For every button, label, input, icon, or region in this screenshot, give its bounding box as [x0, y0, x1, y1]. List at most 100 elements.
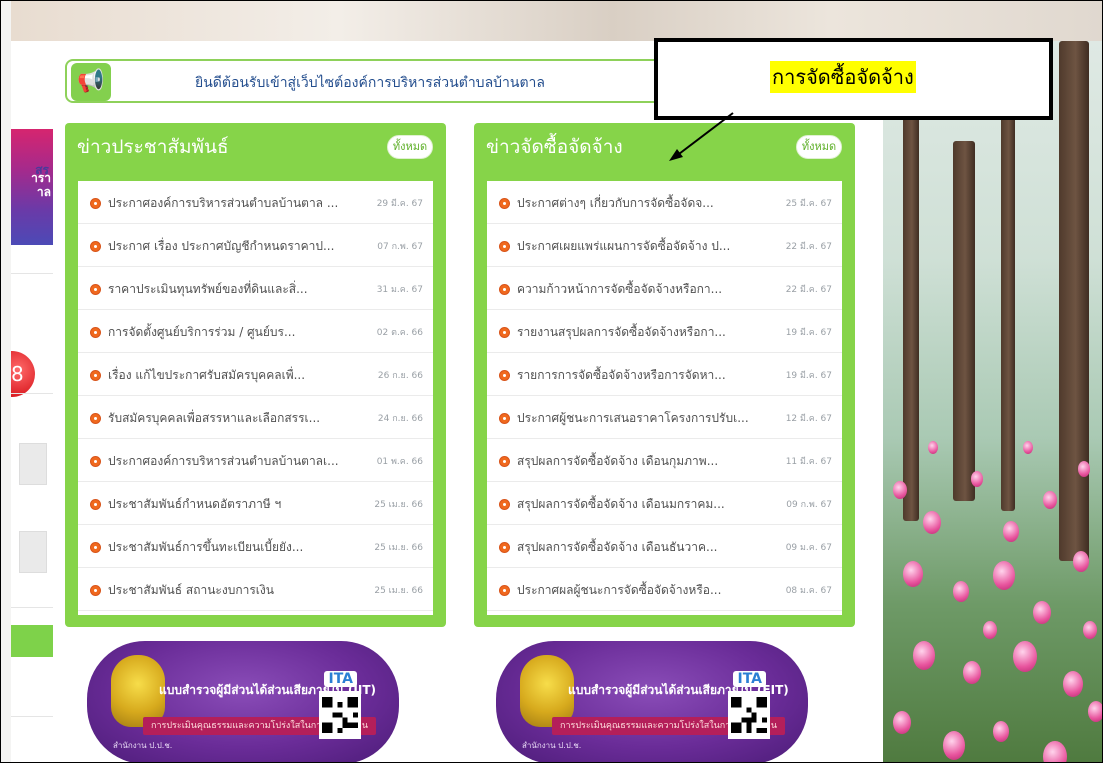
- news-item-title[interactable]: ประกาศองค์การบริหารส่วนตำบลบ้านตาลเ...: [108, 452, 373, 471]
- sidebar-banner[interactable]: ารา าล: [11, 129, 53, 245]
- news-item-date: 26 ก.ย. 66: [377, 371, 423, 381]
- news-item-title[interactable]: รับสมัครบุคคลเพื่อสรรหาและเลือกสรรเ...: [108, 409, 373, 428]
- flower: [1003, 521, 1019, 542]
- procurement-list-item[interactable]: สรุปผลการจัดซื้อจัดจ้าง เดือนธันวาค... 09…: [487, 525, 842, 568]
- news-list-item[interactable]: ประชาสัมพันธ์ สถานะงบการเงิน 25 เม.ย. 66: [78, 568, 433, 611]
- procurement-list-item[interactable]: ประกาศเผยแพร่แผนการจัดซื้อจัดจ้าง ป... 22…: [487, 224, 842, 267]
- procurement-item-title[interactable]: สรุปผลการจัดซื้อจัดจ้าง เดือนธันวาค...: [517, 538, 782, 557]
- procurement-list-item[interactable]: ความก้าวหน้าการจัดซื้อจัดจ้างหรือกา... 22…: [487, 267, 842, 310]
- qr-code-icon: [728, 691, 770, 739]
- sidebar-banner-subtext: สร: [35, 163, 49, 177]
- sidebar-divider: [11, 716, 53, 717]
- procurement-item-title[interactable]: สรุปผลการจัดซื้อจัดจ้าง เดือนกุมภาพ...: [517, 452, 782, 471]
- news-panel: ข่าวประชาสัมพันธ์ ทั้งหมด ประกาศองค์การบ…: [65, 123, 446, 627]
- news-list-item[interactable]: เรื่อง แก้ไขประกาศรับสมัครบุคคลเพื่... 26…: [78, 353, 433, 396]
- sidebar-green-header: [11, 625, 53, 657]
- procurement-item-title[interactable]: ประกาศต่างๆ เกี่ยวกับการจัดซื้อจัดจ...: [517, 194, 782, 213]
- sidebar-red-circle-button[interactable]: 8: [11, 351, 35, 397]
- news-list-item[interactable]: ราคาประเมินทุนทรัพย์ของที่ดินและสิ่... 31…: [78, 267, 433, 310]
- flower: [993, 561, 1015, 590]
- bullet-icon: [499, 327, 510, 338]
- procurement-item-title[interactable]: สรุปผลการจัดซื้อจัดจ้าง เดือนมกราคม...: [517, 495, 782, 514]
- news-item-title[interactable]: เรื่อง แก้ไขประกาศรับสมัครบุคคลเพื่...: [108, 366, 373, 385]
- procurement-list: ประกาศต่างๆ เกี่ยวกับการจัดซื้อจัดจ... 25…: [487, 181, 842, 615]
- flower: [993, 721, 1009, 742]
- left-sidebar: ารา าล สร 8: [11, 41, 53, 762]
- screenshot-frame: ารา าล สร 8 📢 ยินดีต้อนรับเข้าสู่เว็บไซต์…: [0, 0, 1103, 763]
- procurement-item-title[interactable]: ประกาศผลผู้ชนะการจัดซื้อจัดจ้างหรือ...: [517, 581, 782, 600]
- tree-trunk: [903, 101, 919, 521]
- bullet-icon: [499, 198, 510, 209]
- eit-survey-banner[interactable]: แบบสำรวจผู้มีส่วนได้ส่วนเสียภายใน (EIT) …: [474, 641, 829, 762]
- procurement-view-all-button[interactable]: ทั้งหมด: [796, 135, 842, 159]
- sidebar-card[interactable]: [19, 443, 47, 485]
- procurement-item-date: 22 มี.ค. 67: [785, 242, 832, 252]
- procurement-item-title[interactable]: ประกาศผู้ชนะการเสนอราคาโครงการปรับเ...: [517, 409, 782, 428]
- procurement-list-item[interactable]: ประกาศผลผู้ชนะการจัดซื้อจัดจ้างหรือ... 08…: [487, 568, 842, 611]
- flower: [1033, 601, 1051, 625]
- news-list-item[interactable]: การจัดตั้งศูนย์บริการร่วม / ศูนย์บร... 02…: [78, 310, 433, 353]
- news-item-title[interactable]: ราคาประเมินทุนทรัพย์ของที่ดินและสิ่...: [108, 280, 373, 299]
- news-item-date: 25 เม.ย. 66: [374, 586, 423, 596]
- news-item-title[interactable]: ประชาสัมพันธ์ สถานะงบการเงิน: [108, 581, 373, 600]
- bullet-icon: [499, 499, 510, 510]
- procurement-list-item[interactable]: สรุปผลการจัดซื้อจัดจ้าง เดือนกุมภาพ... 11…: [487, 439, 842, 482]
- procurement-item-date: 08 ม.ค. 67: [785, 586, 832, 596]
- welcome-text: ยินดีต้อนรับเข้าสู่เว็บไซต์องค์การบริหาร…: [195, 75, 545, 91]
- news-list-item[interactable]: ประชาสัมพันธ์กำหนดอัตราภาษี ฯ 25 เม.ย. 66: [78, 482, 433, 525]
- news-item-date: 31 ม.ค. 67: [376, 285, 423, 295]
- sidebar-card[interactable]: [19, 531, 47, 573]
- news-list-item[interactable]: ประกาศองค์การบริหารส่วนตำบลบ้านตาลเ... 01…: [78, 439, 433, 482]
- procurement-item-title[interactable]: ประกาศเผยแพร่แผนการจัดซื้อจัดจ้าง ป...: [517, 237, 782, 256]
- news-item-title[interactable]: ประกาศ เรื่อง ประกาศบัญชีกำหนดราคาป...: [108, 237, 373, 256]
- iit-survey-org: สำนักงาน ป.ป.ช.: [113, 741, 173, 750]
- flower: [953, 581, 969, 602]
- flower: [903, 561, 923, 587]
- procurement-list-item[interactable]: ประกาศต่างๆ เกี่ยวกับการจัดซื้อจัดจ... 25…: [487, 181, 842, 224]
- news-list-item[interactable]: รับสมัครบุคคลเพื่อสรรหาและเลือกสรรเ... 24…: [78, 396, 433, 439]
- news-list-item[interactable]: ประกาศ เรื่อง ประกาศบัญชีกำหนดราคาป... 07…: [78, 224, 433, 267]
- news-list: ประกาศองค์การบริหารส่วนตำบลบ้านตาล ... 29…: [78, 181, 433, 615]
- flower: [1023, 441, 1033, 454]
- annotation-arrow-icon: [669, 112, 734, 161]
- eit-survey-org: สำนักงาน ป.ป.ช.: [522, 741, 582, 750]
- procurement-item-title[interactable]: รายการการจัดซื้อจัดจ้างหรือการจัดหา...: [517, 366, 782, 385]
- news-list-item[interactable]: ประกาศองค์การบริหารส่วนตำบลบ้านตาล ... 29…: [78, 181, 433, 224]
- procurement-list-item[interactable]: สรุปผลการจัดซื้อจัดจ้าง เดือนมกราคม... 09…: [487, 482, 842, 525]
- procurement-item-date: 12 มี.ค. 67: [785, 414, 832, 424]
- flower: [923, 511, 941, 535]
- bullet-icon: [90, 370, 101, 381]
- flower: [1063, 671, 1083, 697]
- news-item-title[interactable]: ประกาศองค์การบริหารส่วนตำบลบ้านตาล ...: [108, 194, 373, 213]
- eit-survey-banner-body: แบบสำรวจผู้มีส่วนได้ส่วนเสียภายใน (EIT) …: [496, 641, 808, 762]
- bullet-icon: [90, 241, 101, 252]
- procurement-panel: ข่าวจัดซื้อจัดจ้าง ทั้งหมด ประกาศต่างๆ เ…: [474, 123, 855, 627]
- bullet-icon: [499, 284, 510, 295]
- news-item-date: 01 พ.ค. 66: [376, 457, 423, 467]
- news-item-date: 02 ต.ค. 66: [376, 328, 423, 338]
- news-item-title[interactable]: การจัดตั้งศูนย์บริการร่วม / ศูนย์บร...: [108, 323, 373, 342]
- flower: [893, 711, 911, 735]
- bullet-icon: [90, 542, 101, 553]
- bullet-icon: [499, 542, 510, 553]
- procurement-list-item[interactable]: รายการการจัดซื้อจัดจ้างหรือการจัดหา... 19…: [487, 353, 842, 396]
- iit-survey-banner-body: แบบสำรวจผู้มีส่วนได้ส่วนเสียภายใน (IIT) …: [87, 641, 399, 762]
- news-list-item[interactable]: ประชาสัมพันธ์การขึ้นทะเบียนเบี้ยยัง... 25…: [78, 525, 433, 568]
- procurement-list-item[interactable]: ประกาศผู้ชนะการเสนอราคาโครงการปรับเ... 12…: [487, 396, 842, 439]
- tree-trunk: [1001, 81, 1015, 511]
- main-content: 📢 ยินดีต้อนรับเข้าสู่เว็บไซต์องค์การบริห…: [53, 41, 883, 762]
- news-item-date: 07 ก.พ. 67: [377, 242, 423, 252]
- flower: [1073, 551, 1089, 572]
- procurement-list-item[interactable]: รายงานสรุปผลการจัดซื้อจัดจ้างหรือกา... 19…: [487, 310, 842, 353]
- flower: [1013, 641, 1037, 673]
- flower: [1078, 461, 1090, 477]
- news-item-title[interactable]: ประชาสัมพันธ์กำหนดอัตราภาษี ฯ: [108, 495, 373, 514]
- iit-survey-banner[interactable]: แบบสำรวจผู้มีส่วนได้ส่วนเสียภายใน (IIT) …: [65, 641, 420, 762]
- flower: [928, 441, 938, 454]
- procurement-item-title[interactable]: ความก้าวหน้าการจัดซื้อจัดจ้างหรือกา...: [517, 280, 782, 299]
- annotation-label: การจัดซื้อจัดจ้าง: [770, 61, 916, 93]
- procurement-item-title[interactable]: รายงานสรุปผลการจัดซื้อจัดจ้างหรือกา...: [517, 323, 782, 342]
- bullet-icon: [90, 456, 101, 467]
- news-view-all-button[interactable]: ทั้งหมด: [387, 135, 433, 159]
- news-item-title[interactable]: ประชาสัมพันธ์การขึ้นทะเบียนเบี้ยยัง...: [108, 538, 373, 557]
